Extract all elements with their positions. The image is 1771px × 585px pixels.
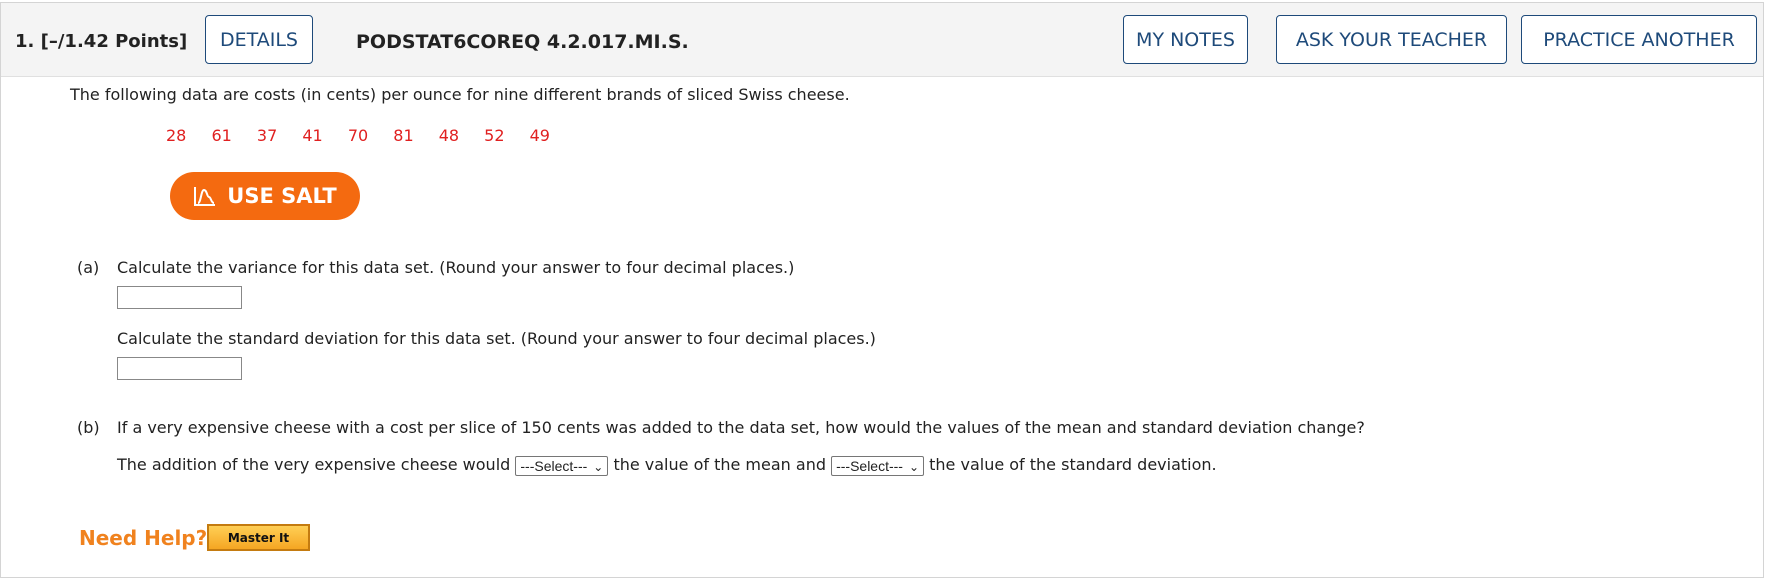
part-b-sentence: The addition of the very expensive chees… xyxy=(117,455,1217,476)
ask-your-teacher-button[interactable]: ASK YOUR TEACHER xyxy=(1276,15,1507,64)
sentence-end: the value of the standard deviation. xyxy=(929,455,1217,474)
data-value: 48 xyxy=(438,126,460,145)
details-button[interactable]: DETAILS xyxy=(205,15,313,64)
master-it-button[interactable]: Master It xyxy=(207,524,310,551)
chevron-down-icon: ⌄ xyxy=(593,459,604,474)
data-value: 81 xyxy=(393,126,414,145)
part-b-label: (b) xyxy=(77,418,100,437)
part-a-label: (a) xyxy=(77,258,100,277)
data-value: 28 xyxy=(166,126,187,145)
mean-select-value: ---Select--- xyxy=(520,457,588,474)
data-value: 61 xyxy=(211,126,232,145)
standard-deviation-input[interactable] xyxy=(117,357,242,380)
sd-prompt: Calculate the standard deviation for thi… xyxy=(117,329,876,348)
salt-chart-icon xyxy=(194,187,216,206)
data-value: 52 xyxy=(484,126,505,145)
data-value: 70 xyxy=(347,126,369,145)
question-intro: The following data are costs (in cents) … xyxy=(70,85,850,104)
variance-input[interactable] xyxy=(117,286,242,309)
problem-code: PODSTAT6COREQ 4.2.017.MI.S. xyxy=(356,31,689,53)
use-salt-label: USE SALT xyxy=(227,184,337,208)
sentence-start: The addition of the very expensive chees… xyxy=(117,455,511,474)
data-value: 37 xyxy=(256,126,278,145)
mean-change-select[interactable]: ---Select--- ⌄ xyxy=(515,455,609,476)
question-header: 1. [–/1.42 Points] DETAILS PODSTAT6COREQ… xyxy=(1,3,1763,77)
chevron-down-icon: ⌄ xyxy=(908,459,920,474)
my-notes-button[interactable]: MY NOTES xyxy=(1123,15,1248,64)
variance-prompt: Calculate the variance for this data set… xyxy=(117,258,795,277)
sd-select-value: ---Select--- xyxy=(836,457,903,474)
data-value: 41 xyxy=(302,126,323,145)
question-points: 1. [–/1.42 Points] xyxy=(15,31,188,52)
use-salt-button[interactable]: USE SALT xyxy=(170,172,360,220)
practice-another-button[interactable]: PRACTICE ANOTHER xyxy=(1521,15,1757,64)
data-values-row: 28 61 37 41 70 81 48 52 49 xyxy=(166,126,570,145)
need-help-label: Need Help? xyxy=(79,526,208,550)
sentence-mid: the value of the mean and xyxy=(613,455,826,474)
part-b-question: If a very expensive cheese with a cost p… xyxy=(117,418,1365,437)
data-value: 49 xyxy=(529,126,550,145)
sd-change-select[interactable]: ---Select--- ⌄ xyxy=(831,455,925,476)
